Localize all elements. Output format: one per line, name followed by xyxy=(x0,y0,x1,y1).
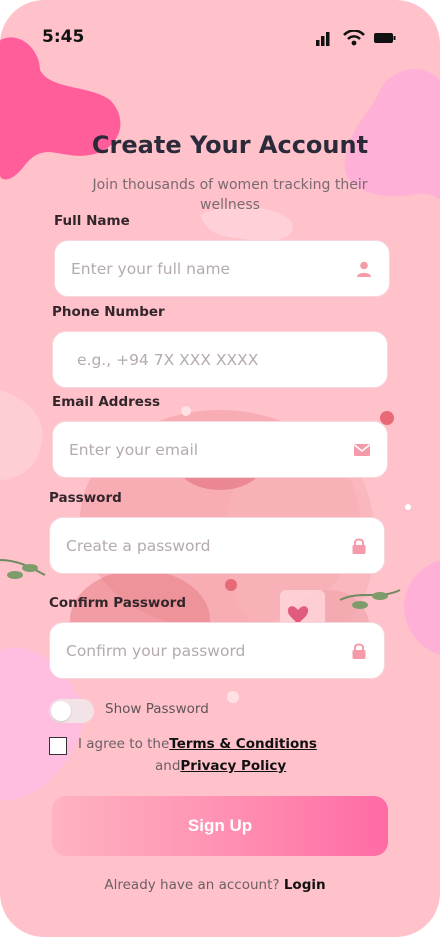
lock-icon xyxy=(352,643,366,659)
page-subtitle: Join thousands of women tracking their w… xyxy=(92,177,368,213)
terms-checkbox[interactable] xyxy=(49,737,67,755)
toggle-knob xyxy=(51,701,71,721)
status-icons xyxy=(316,30,396,46)
confirm-password-label: Confirm Password xyxy=(49,595,187,611)
page-title: Create Your Account xyxy=(91,131,369,159)
wifi-icon xyxy=(343,30,365,46)
email-input[interactable] xyxy=(53,422,387,477)
privacy-link[interactable]: Privacy Policy xyxy=(180,758,286,774)
email-label: Email Address xyxy=(52,394,161,410)
terms-prefix: I agree to the xyxy=(78,736,170,752)
phone-screen: 5:45 Create Your Account Join thousands … xyxy=(0,0,440,937)
phone-label: Phone Number xyxy=(52,304,165,320)
full-name-label: Full Name xyxy=(54,213,130,229)
confirm-password-field[interactable] xyxy=(49,622,385,679)
full-name-field[interactable] xyxy=(54,240,390,297)
password-input[interactable] xyxy=(50,518,384,573)
login-prompt-text: Already have an account? xyxy=(104,877,280,893)
terms-and: and xyxy=(155,758,181,774)
password-field[interactable] xyxy=(49,517,385,574)
login-prompt: Already have an account? Login xyxy=(0,877,430,893)
status-time: 5:45 xyxy=(42,27,85,47)
confirm-password-input[interactable] xyxy=(50,623,384,678)
full-name-input[interactable] xyxy=(55,241,389,296)
phone-input[interactable] xyxy=(53,332,387,387)
show-password-label: Show Password xyxy=(105,701,209,717)
login-link[interactable]: Login xyxy=(284,877,326,893)
terms-text: I agree to theTerms & Conditions xyxy=(78,736,317,752)
show-password-toggle[interactable] xyxy=(49,699,94,723)
person-icon xyxy=(357,261,371,277)
signal-icon xyxy=(316,32,330,46)
terms-link[interactable]: Terms & Conditions xyxy=(169,736,317,752)
privacy-text: andPrivacy Policy xyxy=(155,758,286,774)
lock-icon xyxy=(352,538,366,554)
email-field[interactable] xyxy=(52,421,388,478)
mail-icon xyxy=(354,444,370,456)
sign-up-button[interactable]: Sign Up xyxy=(52,796,388,856)
phone-field[interactable] xyxy=(52,331,388,388)
status-bar: 5:45 xyxy=(0,0,440,70)
battery-icon xyxy=(374,33,396,43)
password-label: Password xyxy=(49,490,122,506)
